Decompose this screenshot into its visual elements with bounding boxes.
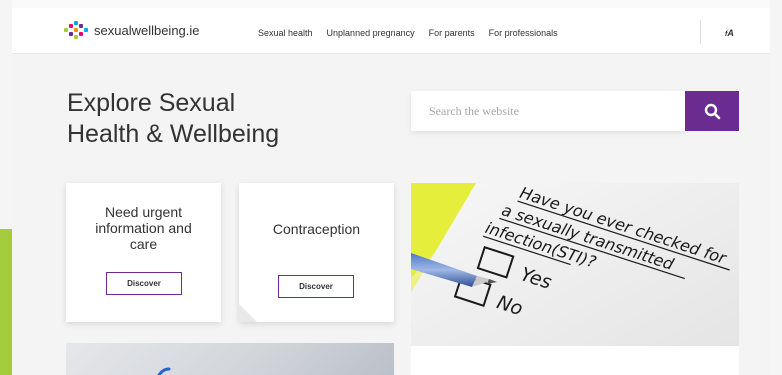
header-divider <box>700 20 701 44</box>
green-accent-strip <box>0 229 12 375</box>
nav-item-unplanned-pregnancy[interactable]: Unplanned pregnancy <box>327 28 415 38</box>
page: sexualwellbeing.ie Sexual health Unplann… <box>12 0 770 375</box>
sti-form-illustration: Have you ever checked for a sexually tra… <box>411 183 739 360</box>
card-corner-fold <box>239 304 257 322</box>
search-input[interactable] <box>429 103 685 119</box>
card-title: Contraception <box>272 221 361 237</box>
feature-image <box>66 343 394 375</box>
discover-button[interactable]: Discover <box>106 272 182 295</box>
language-toggle-label: A <box>727 28 734 38</box>
search-box <box>411 91 685 131</box>
card-title: Need urgent information and care <box>66 204 221 252</box>
page-title-line-2: Health & Wellbeing <box>67 120 280 148</box>
card-title-line: information and <box>95 220 192 236</box>
search-icon <box>704 103 720 119</box>
card-urgent-care[interactable]: Need urgent information and care Discove… <box>66 183 221 322</box>
search-button[interactable] <box>685 91 739 131</box>
card-title-line: care <box>129 236 158 252</box>
site-logo[interactable]: sexualwellbeing.ie <box>64 21 200 39</box>
discover-button[interactable]: Discover <box>278 275 354 298</box>
card-title-line: Need urgent <box>104 204 183 220</box>
nav-item-for-parents[interactable]: For parents <box>429 28 475 38</box>
nav-item-for-professionals[interactable]: For professionals <box>489 28 558 38</box>
logo-dots-icon <box>64 21 88 39</box>
page-title-line-1: Explore Sexual <box>67 89 236 117</box>
main-nav: Sexual health Unplanned pregnancy For pa… <box>258 28 558 38</box>
site-header: sexualwellbeing.ie Sexual health Unplann… <box>12 8 770 54</box>
language-icon[interactable]: fA <box>725 28 734 38</box>
nav-item-sexual-health[interactable]: Sexual health <box>258 28 313 38</box>
logo-text: sexualwellbeing.ie <box>94 22 200 38</box>
sti-form-image: Have you ever checked for a sexually tra… <box>411 183 739 360</box>
page-title: Explore Sexual Health & Wellbeing <box>67 88 367 150</box>
card-contraception[interactable]: Contraception Discover <box>239 183 394 322</box>
image-caption-area <box>411 346 739 375</box>
